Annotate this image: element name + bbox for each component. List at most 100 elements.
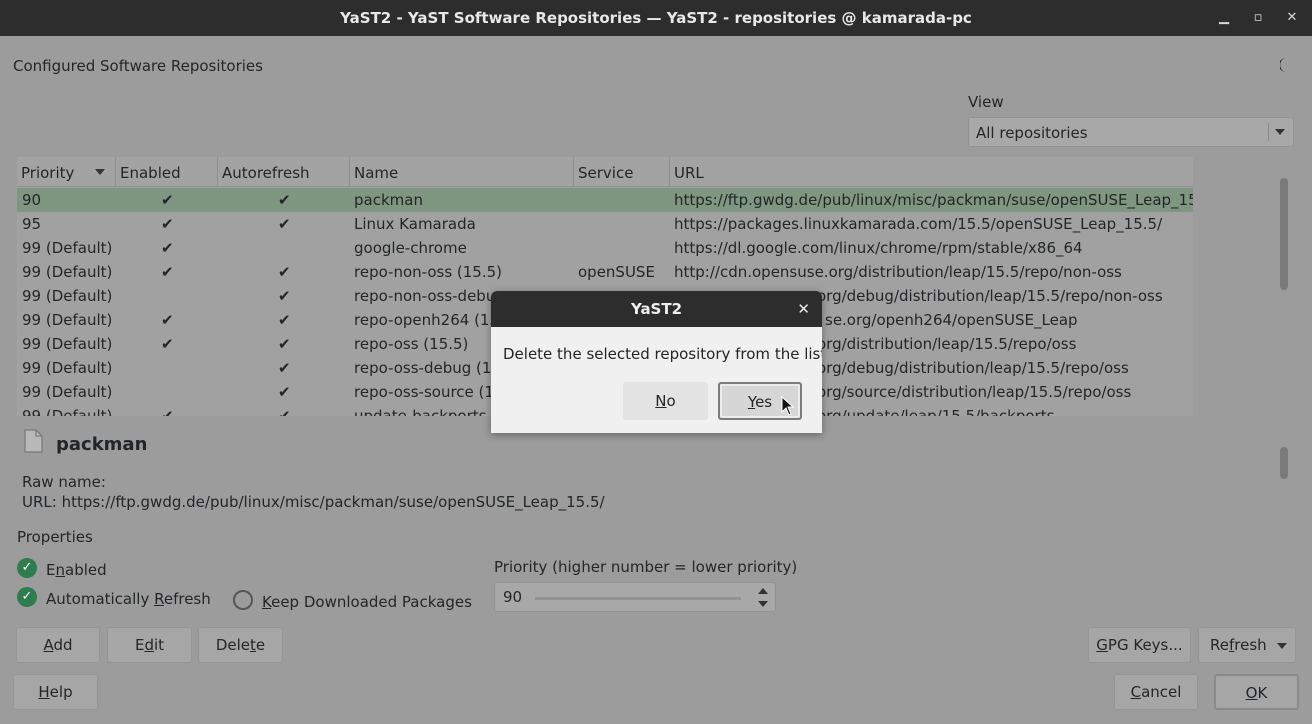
mouse-cursor-icon bbox=[781, 396, 795, 416]
table-row[interactable]: 95 ✔ ✔ Linux Kamarada https://packages.l… bbox=[17, 212, 1193, 236]
cell-enabled: ✔ bbox=[161, 191, 174, 209]
enabled-checkbox[interactable]: ✓ bbox=[17, 558, 37, 578]
cell-priority: 95 bbox=[22, 215, 42, 233]
gpg-keys-button[interactable]: GPG Keys... bbox=[1088, 627, 1191, 663]
cell-autorefresh: ✔ bbox=[278, 407, 291, 416]
cell-autorefresh: ✔ bbox=[278, 263, 291, 281]
cell-name: repo-non-oss (15.5) bbox=[354, 263, 503, 281]
cell-priority: 99 (Default) bbox=[22, 287, 113, 305]
autorefresh-checkbox[interactable]: ✓ bbox=[17, 587, 37, 607]
cell-autorefresh: ✔ bbox=[278, 191, 291, 209]
cell-enabled: ✔ bbox=[161, 335, 174, 353]
column-label: Enabled bbox=[120, 164, 181, 182]
cell-name: repo-openh264 (15. bbox=[354, 311, 504, 329]
view-label: View bbox=[968, 93, 1004, 111]
cell-name: update-backports ( bbox=[354, 407, 498, 416]
view-select-value: All repositories bbox=[976, 124, 1088, 142]
cell-url: org/source/distribution/leap/15.5/repo/o… bbox=[817, 383, 1132, 401]
table-row[interactable]: 99 (Default) ✔ google-chrome https://dl.… bbox=[17, 236, 1193, 260]
column-header-url[interactable]: URL bbox=[670, 157, 1193, 187]
cell-url: org/update/leap/15.5/backports bbox=[817, 407, 1055, 416]
ok-button[interactable]: OK bbox=[1214, 674, 1299, 710]
cell-autorefresh: ✔ bbox=[278, 215, 291, 233]
keep-packages-checkbox[interactable] bbox=[233, 590, 253, 610]
column-label: Priority bbox=[21, 164, 75, 182]
cell-enabled: ✔ bbox=[161, 239, 174, 257]
minimize-icon[interactable]: ▁ bbox=[1214, 8, 1234, 28]
close-icon[interactable]: ✕ bbox=[797, 291, 810, 327]
chevron-up-icon[interactable] bbox=[758, 588, 768, 594]
close-icon[interactable]: ✕ bbox=[1282, 8, 1302, 28]
keep-packages-label[interactable]: Keep Downloaded Packages bbox=[262, 593, 472, 611]
cell-url: https://dl.google.com/linux/chrome/rpm/s… bbox=[674, 239, 1083, 257]
cell-priority: 99 (Default) bbox=[22, 359, 113, 377]
cell-name: repo-oss-debug (15 bbox=[354, 359, 501, 377]
priority-value: 90 bbox=[503, 588, 523, 606]
details-scrollbar[interactable] bbox=[1280, 447, 1288, 479]
cell-url: https://packages.linuxkamarada.com/15.5/… bbox=[674, 215, 1163, 233]
cell-name: google-chrome bbox=[354, 239, 467, 257]
moon-icon[interactable] bbox=[1280, 57, 1294, 73]
cell-name: Linux Kamarada bbox=[354, 215, 476, 233]
cell-url: se.org/openh264/openSUSE_Leap bbox=[825, 311, 1078, 329]
cell-autorefresh: ✔ bbox=[278, 359, 291, 377]
cell-url: org/distribution/leap/15.5/repo/oss bbox=[817, 335, 1077, 353]
priority-track bbox=[535, 597, 741, 600]
enabled-label[interactable]: Enabled bbox=[46, 561, 107, 579]
sort-down-icon bbox=[95, 169, 105, 175]
edit-button[interactable]: Edit bbox=[107, 627, 192, 663]
cell-url: org/debug/distribution/leap/15.5/repo/no… bbox=[817, 287, 1163, 305]
cell-name: repo-non-oss-debug bbox=[354, 287, 505, 305]
table-scrollbar[interactable] bbox=[1280, 178, 1288, 290]
cell-priority: 99 (Default) bbox=[22, 335, 113, 353]
table-header: Priority Enabled Autorefresh Name Servic… bbox=[17, 157, 1193, 187]
help-button[interactable]: Help bbox=[13, 674, 98, 710]
refresh-button[interactable]: Refresh bbox=[1198, 627, 1296, 663]
cell-enabled: ✔ bbox=[161, 311, 174, 329]
table-row[interactable]: 90 ✔ ✔ packman https://ftp.gwdg.de/pub/l… bbox=[17, 188, 1193, 212]
view-select-separator bbox=[1268, 123, 1269, 141]
cell-autorefresh: ✔ bbox=[278, 335, 291, 353]
priority-spinbox[interactable]: 90 bbox=[494, 582, 776, 612]
view-select[interactable]: All repositories bbox=[968, 117, 1294, 147]
confirm-dialog: YaST2 ✕ Delete the selected repository f… bbox=[491, 291, 822, 433]
cell-priority: 99 (Default) bbox=[22, 263, 113, 281]
column-header-enabled[interactable]: Enabled bbox=[116, 157, 218, 187]
cell-autorefresh: ✔ bbox=[278, 311, 291, 329]
dialog-title: YaST2 bbox=[491, 291, 822, 327]
table-row[interactable]: 99 (Default) ✔ ✔ repo-non-oss (15.5) ope… bbox=[17, 260, 1193, 284]
cell-priority: 99 (Default) bbox=[22, 407, 113, 416]
cell-enabled: ✔ bbox=[161, 263, 174, 281]
column-header-priority[interactable]: Priority bbox=[17, 157, 116, 187]
chevron-down-icon bbox=[1275, 129, 1285, 135]
cell-priority: 99 (Default) bbox=[22, 311, 113, 329]
cell-url: http://cdn.opensuse.org/distribution/lea… bbox=[674, 263, 1122, 281]
cell-url: org/debug/distribution/leap/15.5/repo/os… bbox=[817, 359, 1129, 377]
cancel-button[interactable]: Cancel bbox=[1114, 674, 1198, 710]
maximize-icon[interactable]: ▫ bbox=[1248, 8, 1268, 28]
column-header-name[interactable]: Name bbox=[350, 157, 574, 187]
no-button[interactable]: No bbox=[623, 382, 708, 420]
column-header-autorefresh[interactable]: Autorefresh bbox=[218, 157, 350, 187]
cell-name: repo-oss-source (15 bbox=[354, 383, 504, 401]
dialog-message: Delete the selected repository from the … bbox=[503, 345, 822, 363]
cell-priority: 99 (Default) bbox=[22, 239, 113, 257]
cell-enabled: ✔ bbox=[161, 215, 174, 233]
chevron-down-icon[interactable] bbox=[758, 601, 768, 607]
properties-heading: Properties bbox=[17, 528, 93, 546]
column-header-service[interactable]: Service bbox=[574, 157, 670, 187]
delete-button[interactable]: Delete bbox=[198, 627, 283, 663]
add-button[interactable]: Add bbox=[16, 627, 100, 663]
cell-name: repo-oss (15.5) bbox=[354, 335, 469, 353]
column-label: URL bbox=[674, 164, 704, 182]
repository-url: URL: https://ftp.gwdg.de/pub/linux/misc/… bbox=[22, 493, 605, 511]
cell-name: packman bbox=[354, 191, 423, 209]
priority-label: Priority (higher number = lower priority… bbox=[494, 558, 798, 576]
cell-url: https://ftp.gwdg.de/pub/linux/misc/packm… bbox=[674, 191, 1193, 209]
chevron-down-icon[interactable] bbox=[1277, 643, 1287, 649]
column-label: Name bbox=[354, 164, 399, 182]
cell-enabled: ✔ bbox=[161, 407, 174, 416]
raw-name-label: Raw name: bbox=[22, 473, 106, 491]
autorefresh-label[interactable]: Automatically Refresh bbox=[46, 590, 211, 608]
repository-name: packman bbox=[56, 434, 148, 455]
